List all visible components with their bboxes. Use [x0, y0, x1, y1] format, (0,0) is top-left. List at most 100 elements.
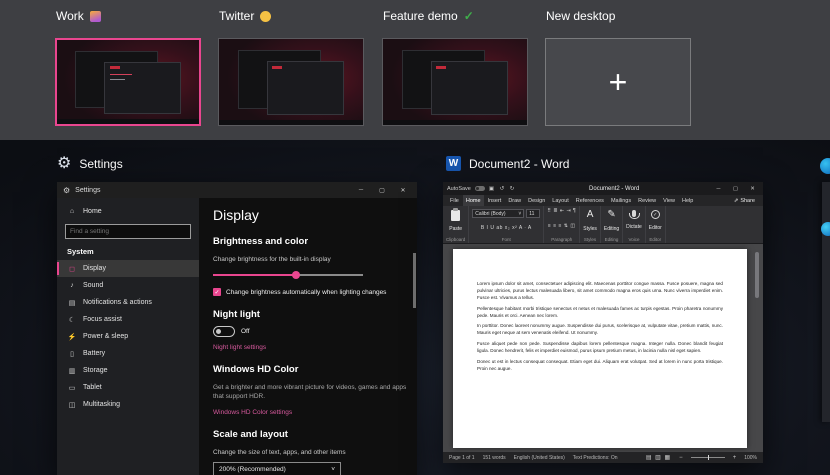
- tab-references[interactable]: References: [573, 195, 607, 206]
- zoom-in-button[interactable]: +: [733, 455, 737, 461]
- preview-accent: [110, 74, 132, 75]
- paragraph-buttons-row2[interactable]: ≡ ≡ ≡ ⇅ ◫: [548, 223, 576, 229]
- sidebar-item-home[interactable]: ⌂ Home: [57, 203, 199, 219]
- tab-draw[interactable]: Draw: [505, 195, 524, 206]
- zoom-slider[interactable]: [691, 457, 725, 458]
- sidebar-item-multitasking[interactable]: ◫ Multitasking: [57, 396, 199, 413]
- document-page[interactable]: Lorem ipsum dolor sit amet, consectetuer…: [453, 249, 747, 448]
- sidebar-item-display[interactable]: ◻ Display: [57, 260, 199, 277]
- maximize-button[interactable]: ▢: [374, 187, 390, 194]
- view-mode-buttons[interactable]: ▤ ▥ ▦: [646, 454, 671, 461]
- document-title: Document2 - Word: [520, 186, 708, 192]
- styles-button[interactable]: Styles: [583, 226, 597, 232]
- page-indicator[interactable]: Page 1 of 1: [449, 455, 475, 461]
- sidebar-item-power-sleep[interactable]: ⚡ Power & sleep: [57, 328, 199, 345]
- share-button[interactable]: ⇗ Share: [730, 198, 759, 204]
- word-window-label[interactable]: W Document2 - Word: [446, 156, 569, 171]
- zoom-slider-knob[interactable]: [708, 455, 709, 460]
- paragraph-buttons-row1[interactable]: ⠿ ≣ ⇤ ⇥ ¶: [547, 208, 576, 214]
- paragraph-group: ⠿ ≣ ⇤ ⇥ ¶ ≡ ≡ ≡ ⇅ ◫ Paragraph: [544, 206, 580, 243]
- partial-window-right[interactable]: [822, 182, 830, 422]
- tab-view[interactable]: View: [660, 195, 678, 206]
- sidebar-item-tablet[interactable]: ▭ Tablet: [57, 379, 199, 396]
- settings-scrollbar[interactable]: [413, 253, 416, 308]
- clipboard-group: Paste Clipboard: [443, 206, 469, 243]
- tab-layout[interactable]: Layout: [549, 195, 572, 206]
- font-name-dropdown[interactable]: Calibri (Body) ˅: [472, 209, 524, 218]
- cityscape-emoji-icon: [90, 11, 101, 22]
- text-predictions-indicator[interactable]: Text Predictions: On: [573, 455, 618, 461]
- settings-window-title: Settings: [79, 157, 122, 171]
- edge-logo-icon[interactable]: [821, 222, 830, 236]
- sidebar-item-storage[interactable]: ▥ Storage: [57, 362, 199, 379]
- autosave-toggle[interactable]: [475, 186, 485, 191]
- auto-brightness-checkbox-row[interactable]: ✓ Change brightness automatically when l…: [213, 288, 417, 296]
- sidebar-item-label: Multitasking: [83, 401, 120, 408]
- night-light-settings-link[interactable]: Night light settings: [213, 344, 417, 351]
- checkbox-checked-icon[interactable]: ✓: [213, 288, 221, 296]
- zoom-level[interactable]: 100%: [744, 455, 757, 461]
- sidebar-item-battery[interactable]: ▯ Battery: [57, 345, 199, 362]
- styles-icon[interactable]: A: [587, 210, 594, 220]
- desktop-label-work: Work: [56, 9, 101, 23]
- editor-icon[interactable]: ✓: [651, 210, 660, 219]
- maximize-button[interactable]: ▢: [729, 186, 742, 192]
- settings-search-input[interactable]: [66, 228, 190, 235]
- chevron-down-icon: ˅: [518, 211, 521, 217]
- document-area[interactable]: Lorem ipsum dolor sit amet, consectetuer…: [443, 244, 763, 452]
- paste-button[interactable]: Paste: [449, 226, 462, 232]
- slider-knob[interactable]: [292, 271, 300, 279]
- language-indicator[interactable]: English (United States): [514, 455, 565, 461]
- tab-help[interactable]: Help: [679, 195, 696, 206]
- night-light-toggle[interactable]: [213, 326, 235, 337]
- preview-accent: [272, 66, 282, 69]
- multitasking-icon: ◫: [67, 401, 77, 409]
- paste-icon[interactable]: [451, 210, 460, 221]
- tab-file[interactable]: File: [447, 195, 462, 206]
- editor-button[interactable]: Editor: [649, 225, 662, 231]
- quick-access-icons[interactable]: ▣ ↺ ↻: [489, 186, 516, 192]
- minimize-button[interactable]: ─: [712, 186, 725, 192]
- new-desktop-tile[interactable]: +: [545, 38, 691, 126]
- editing-button[interactable]: Editing: [604, 226, 619, 232]
- word-window[interactable]: AutoSave ▣ ↺ ↻ Document2 - Word ─ ▢ ✕ Fi…: [443, 182, 763, 463]
- settings-window[interactable]: ⚙ Settings ─ ▢ ✕ ⌂ Home System ◻ Display…: [57, 182, 417, 475]
- tab-insert[interactable]: Insert: [485, 195, 505, 206]
- brightness-slider[interactable]: [213, 271, 363, 279]
- settings-window-label[interactable]: ⚙ Settings: [57, 156, 123, 172]
- night-light-toggle-row[interactable]: Off: [213, 326, 417, 337]
- font-format-buttons[interactable]: B I U ab x₂ x² A ∙ A: [481, 225, 532, 231]
- tab-design[interactable]: Design: [525, 195, 548, 206]
- check-emoji-icon: ✓: [464, 9, 474, 23]
- hdr-description: Get a brighter and more vibrant picture …: [213, 383, 415, 402]
- zoom-out-button[interactable]: −: [679, 455, 683, 461]
- desktop-name: New desktop: [546, 9, 615, 23]
- close-button[interactable]: ✕: [746, 186, 759, 192]
- group-label-font: Font: [502, 237, 511, 242]
- desktop-thumbnail-work[interactable]: [55, 38, 201, 126]
- dictate-button[interactable]: Dictate: [626, 224, 642, 230]
- scale-heading: Scale and layout: [213, 429, 417, 440]
- tab-home[interactable]: Home: [463, 195, 484, 206]
- scale-dropdown[interactable]: 200% (Recommended) ˅: [213, 462, 341, 475]
- brightness-heading: Brightness and color: [213, 236, 417, 247]
- editing-icon[interactable]: ✎: [607, 210, 615, 220]
- settings-search-box[interactable]: [65, 224, 191, 239]
- document-scrollbar[interactable]: [755, 252, 759, 298]
- edge-logo-icon[interactable]: [820, 158, 830, 174]
- font-size-dropdown[interactable]: 11: [526, 209, 540, 218]
- word-count[interactable]: 151 words: [483, 455, 506, 461]
- minimize-button[interactable]: ─: [353, 187, 369, 193]
- hdr-settings-link[interactable]: Windows HD Color settings: [213, 409, 417, 416]
- microphone-icon[interactable]: [632, 210, 636, 217]
- desktop-thumbnail-twitter[interactable]: [218, 38, 364, 126]
- tab-review[interactable]: Review: [635, 195, 659, 206]
- sidebar-item-notifications[interactable]: ▤ Notifications & actions: [57, 294, 199, 311]
- tab-mailings[interactable]: Mailings: [608, 195, 634, 206]
- desktop-thumbnail-feature-demo[interactable]: [382, 38, 528, 126]
- sidebar-item-sound[interactable]: ♪ Sound: [57, 277, 199, 294]
- display-icon: ◻: [67, 265, 77, 273]
- close-button[interactable]: ✕: [395, 187, 411, 194]
- sidebar-item-focus-assist[interactable]: ☾ Focus assist: [57, 311, 199, 328]
- sidebar-item-label: Storage: [83, 367, 108, 374]
